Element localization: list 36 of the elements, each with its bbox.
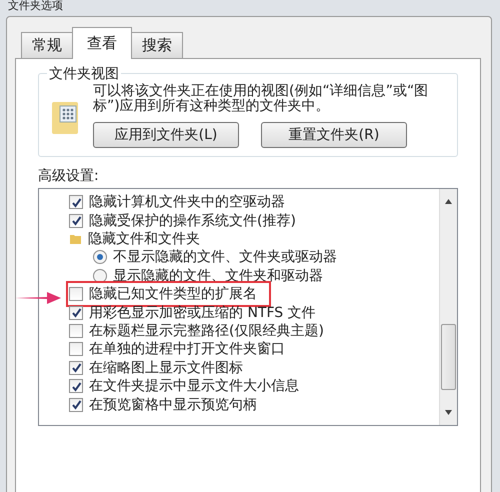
setting-label: 隐藏文件和文件夹 [88,230,200,248]
group-title: 文件夹视图 [47,65,121,83]
window-title: 文件夹选项 [7,0,64,12]
radio-button[interactable] [93,250,107,264]
checkbox[interactable] [69,379,83,394]
setting-label: 用彩色显示加密或压缩的 NTFS 文件 [89,304,316,322]
checkbox[interactable] [69,324,83,338]
checkbox[interactable] [69,214,83,228]
tab[interactable]: 查看 [72,27,132,59]
radio-button[interactable] [93,268,107,283]
scroll-thumb[interactable] [441,324,456,390]
setting-label: 在文件夹提示中显示文件大小信息 [89,377,299,396]
scroll-down-icon[interactable] [445,410,452,415]
description-text: 可以将该文件夹正在使用的视图(例如“详细信息”或“图标”)应用到所有这种类型的文件夹中。 [93,84,430,114]
setting-label: 在缩略图上显示文件图标 [89,358,243,377]
checkbox[interactable] [69,398,83,412]
dialog-button[interactable]: 重置文件夹(R) [261,122,407,148]
checkbox[interactable] [69,360,83,375]
checkbox[interactable] [69,342,83,356]
setting-label: 在单独的进程中打开文件夹窗口 [89,340,285,358]
folder-icon [69,232,82,246]
checkbox[interactable] [69,287,83,302]
setting-label: 不显示隐藏的文件、文件夹或驱动器 [113,248,337,266]
setting-label: 在标题栏显示完整路径(仅限经典主题) [89,322,324,340]
scroll-up-icon[interactable] [445,199,452,204]
setting-label: 在预览窗格中显示预览句柄 [89,396,257,414]
dialog-button[interactable]: 应用到文件夹(L) [93,122,239,148]
setting-label: 隐藏计算机文件夹中的空驱动器 [89,193,285,212]
setting-label: 隐藏受保护的操作系统文件(推荐) [89,212,296,230]
tab[interactable]: 搜索 [131,32,183,58]
tab[interactable]: 常规 [21,32,73,58]
setting-label: 隐藏已知文件类型的扩展名 [89,285,257,304]
section-label: 高级设置: [38,167,100,185]
checkbox[interactable] [69,306,83,320]
folder-icon [51,100,81,136]
checkbox[interactable] [69,195,83,210]
